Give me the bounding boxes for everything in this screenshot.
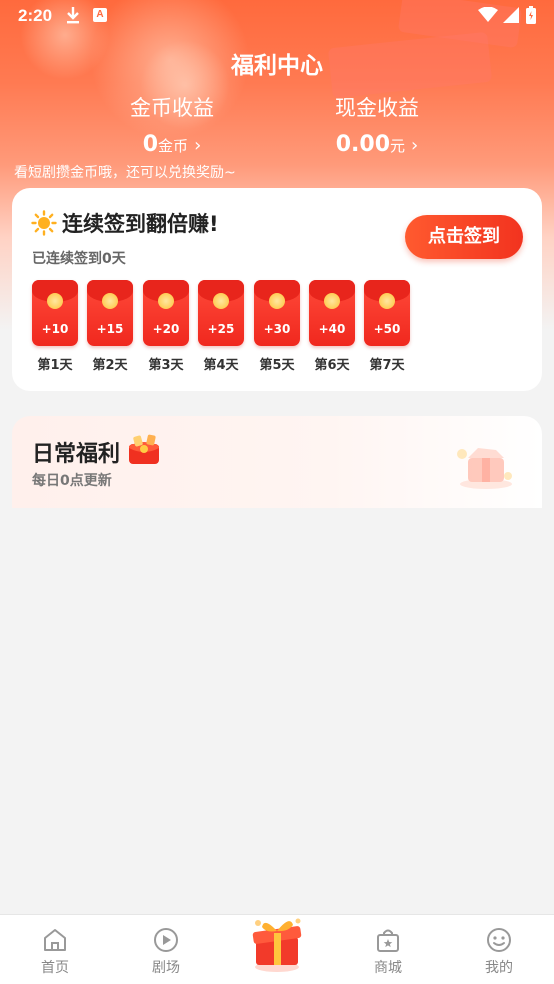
day-reward[interactable]: +40 第6天 <box>309 280 357 373</box>
daily-welfare-subtitle: 每日0点更新 <box>32 473 112 489</box>
a-badge-icon: A <box>93 8 107 22</box>
status-time: 2:20 <box>18 6 53 25</box>
red-envelope-icon: +40 <box>309 280 355 346</box>
day-label: 第4天 <box>203 358 239 373</box>
cash-earnings-label: 现金收益 <box>335 96 419 120</box>
nav-mine-label: 我的 <box>485 960 513 976</box>
reward-amount: +30 <box>263 322 291 336</box>
red-envelope-icon: +20 <box>143 280 189 346</box>
sign-in-card: 连续签到翻倍赚! 已连续签到0天 点击签到 +10 第1天 +15 第2天 +2… <box>12 188 542 391</box>
sign-in-days: +10 第1天 +15 第2天 +20 第3天 +25 第4天 +30 第5天 … <box>32 280 432 380</box>
cash-earnings-value: 0.00元 › <box>277 132 477 157</box>
day-reward[interactable]: +10 第1天 <box>32 280 80 373</box>
day-reward[interactable]: +50 第7天 <box>364 280 412 373</box>
sign-in-title: 连续签到翻倍赚! <box>62 212 219 236</box>
sign-in-streak: 已连续签到0天 <box>32 251 126 267</box>
coin-earnings-value: 0金币 › <box>72 132 272 157</box>
page-title: 福利中心 <box>231 53 323 79</box>
cash-amount: 0.00 <box>335 132 391 157</box>
day-label: 第6天 <box>314 358 350 373</box>
red-envelope-icon: +30 <box>254 280 300 346</box>
wifi-icon <box>478 6 498 28</box>
nav-home[interactable]: 首页 <box>0 915 110 984</box>
coin-earnings-label: 金币收益 <box>130 96 214 120</box>
nav-welfare-gift[interactable] <box>244 909 310 975</box>
reward-amount: +50 <box>373 322 401 336</box>
day-reward[interactable]: +20 第3天 <box>143 280 191 373</box>
chevron-right-icon: › <box>194 135 202 156</box>
nav-theater-label: 剧场 <box>152 960 180 976</box>
nav-home-label: 首页 <box>41 960 69 976</box>
reward-amount: +10 <box>41 322 69 336</box>
nav-mine[interactable]: 我的 <box>444 915 554 984</box>
sign-in-button[interactable]: 点击签到 <box>405 215 523 259</box>
smile-face-icon <box>486 927 512 957</box>
reward-amount: +40 <box>318 322 346 336</box>
day-label: 第3天 <box>148 358 184 373</box>
sun-icon <box>31 210 57 240</box>
day-reward[interactable]: +25 第4天 <box>198 280 246 373</box>
nav-theater[interactable]: 剧场 <box>111 915 221 984</box>
red-envelope-icon: +25 <box>198 280 244 346</box>
daily-welfare-title: 日常福利 <box>32 442 121 467</box>
play-icon <box>153 927 179 957</box>
day-label: 第2天 <box>92 358 128 373</box>
bottom-nav: 首页 剧场 商城 我的 <box>0 914 554 984</box>
download-icon <box>66 6 80 29</box>
daily-welfare-section: 日常福利 每日0点更新 <box>12 416 542 508</box>
status-bar: 2:20 A <box>0 0 554 32</box>
reward-amount: +25 <box>207 322 235 336</box>
red-envelope-icon: +15 <box>87 280 133 346</box>
day-label: 第7天 <box>369 358 405 373</box>
nav-mall[interactable]: 商城 <box>333 915 443 984</box>
reward-amount: +20 <box>152 322 180 336</box>
coin-earnings[interactable]: 金币收益 0金币 › <box>72 92 272 157</box>
day-label: 第5天 <box>259 358 295 373</box>
gift-box-icon <box>454 440 518 494</box>
nav-mall-label: 商城 <box>374 960 402 976</box>
battery-icon <box>526 6 536 29</box>
cash-earnings[interactable]: 现金收益 0.00元 › <box>277 92 477 157</box>
red-packet-icon <box>125 434 163 470</box>
home-icon <box>42 927 68 957</box>
coin-unit: 金币 <box>158 137 189 155</box>
day-label: 第1天 <box>37 358 73 373</box>
day-reward[interactable]: +30 第5天 <box>254 280 302 373</box>
coin-amount: 0 <box>142 132 159 157</box>
red-envelope-icon: +50 <box>364 280 410 346</box>
reward-amount: +15 <box>96 322 124 336</box>
chevron-right-icon: › <box>411 135 419 156</box>
shop-bag-icon <box>375 927 401 957</box>
cash-unit: 元 <box>390 137 406 155</box>
red-envelope-icon: +10 <box>32 280 78 346</box>
day-reward[interactable]: +15 第2天 <box>87 280 135 373</box>
gift-icon <box>244 918 310 979</box>
signal-icon <box>503 7 519 28</box>
earn-hint: 看短剧攒金币哦，还可以兑换奖励~ <box>14 165 236 181</box>
